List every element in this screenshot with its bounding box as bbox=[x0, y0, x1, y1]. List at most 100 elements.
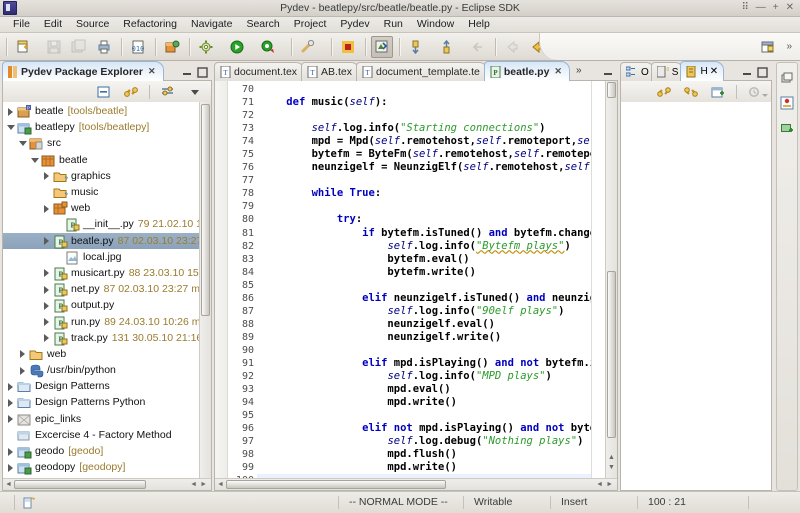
open-type-button[interactable] bbox=[161, 36, 183, 58]
editor-hscroll-thumb[interactable] bbox=[226, 480, 446, 489]
menu-item-run[interactable]: Run bbox=[377, 17, 410, 32]
editor-vscrollbar[interactable]: ▲ ▼ bbox=[605, 81, 617, 479]
code-line[interactable]: try: bbox=[257, 213, 617, 226]
code-line[interactable]: mpd = Mpd(self.remotehost,self.remotepor… bbox=[257, 135, 617, 148]
new-wizard-button[interactable] bbox=[12, 36, 34, 58]
maximize-button[interactable]: + bbox=[773, 0, 779, 16]
tree-row[interactable]: ? music bbox=[3, 184, 200, 200]
tree-row[interactable]: Poutput.py bbox=[3, 297, 200, 313]
view-menu-button[interactable] bbox=[184, 81, 206, 103]
menu-item-help[interactable]: Help bbox=[461, 17, 497, 32]
code-line[interactable]: bytefm = ByteFm(self.remotehost,self.rem… bbox=[257, 148, 617, 161]
minimize-icon[interactable] bbox=[182, 67, 193, 78]
chevron-right-icon[interactable] bbox=[41, 332, 53, 344]
editor-hscroll-left[interactable]: ◄ bbox=[215, 481, 224, 488]
hscroll-right-arrow[interactable]: ◄ bbox=[190, 481, 197, 488]
last-edit-location-button[interactable] bbox=[467, 36, 489, 58]
window-menu-button[interactable]: ⠿ bbox=[741, 0, 748, 16]
minimize-icon[interactable] bbox=[742, 67, 753, 78]
menu-item-file[interactable]: File bbox=[6, 17, 37, 32]
source-code[interactable]: def music(self): self.log.info("Starting… bbox=[257, 81, 617, 490]
run-button[interactable] bbox=[226, 36, 248, 58]
code-line[interactable]: mpd.flush() bbox=[257, 448, 617, 461]
console-icon[interactable] bbox=[779, 120, 795, 136]
code-line[interactable]: def music(self): bbox=[257, 96, 617, 109]
close-icon[interactable]: ✕ bbox=[710, 66, 718, 77]
tree-row[interactable]: ? graphics bbox=[3, 168, 200, 184]
next-annotation-button[interactable] bbox=[436, 36, 458, 58]
text-editor[interactable]: 70 71 72 73 74 75 76 77 78 79 80 81 82 83 84 85 86 87 88 89… bbox=[215, 81, 617, 490]
chevron-right-icon[interactable] bbox=[17, 364, 29, 376]
tree-row[interactable]: /usr/bin/python bbox=[3, 362, 200, 378]
external-tools-button[interactable] bbox=[195, 36, 217, 58]
outline-tab-scrapbook[interactable]: 0S bbox=[650, 62, 685, 81]
menu-item-window[interactable]: Window bbox=[410, 17, 461, 32]
outline-body[interactable] bbox=[620, 102, 772, 491]
menu-item-edit[interactable]: Edit bbox=[37, 17, 69, 32]
tab-pydev-package-explorer[interactable]: Pydev Package Explorer ✕ bbox=[2, 61, 164, 81]
menu-item-refactoring[interactable]: Refactoring bbox=[116, 17, 184, 32]
tree-row[interactable]: web bbox=[3, 200, 200, 216]
menu-item-search[interactable]: Search bbox=[239, 17, 286, 32]
back-history-button[interactable] bbox=[501, 36, 523, 58]
code-line[interactable]: self.log.info("MPD plays") bbox=[257, 370, 617, 383]
tree-row[interactable]: Pbeatle [tools/beatle] bbox=[3, 103, 200, 119]
next-change-button[interactable] bbox=[680, 81, 702, 103]
tree-row[interactable]: Ptrack.py131 30.05.10 21:16 mat bbox=[3, 330, 200, 346]
code-line[interactable]: mpd.write() bbox=[257, 396, 617, 409]
editor-tab-beatle-py[interactable]: Pbeatle.py ✕ bbox=[483, 61, 570, 81]
code-line[interactable]: while True: bbox=[257, 187, 617, 200]
editor-tab-document-tex[interactable]: Tdocument.tex bbox=[214, 62, 306, 81]
build-all-button[interactable]: 010 bbox=[127, 36, 149, 58]
code-line[interactable]: neunzigelf.eval() bbox=[257, 318, 617, 331]
chevron-right-icon[interactable] bbox=[41, 170, 53, 182]
close-button[interactable]: ✕ bbox=[786, 0, 794, 16]
maximize-icon[interactable] bbox=[197, 67, 208, 78]
chevron-down-icon[interactable] bbox=[29, 154, 41, 166]
explorer-vscrollbar[interactable] bbox=[199, 102, 211, 479]
previous-annotation-button[interactable] bbox=[405, 36, 427, 58]
outline-tab-outline[interactable]: O bbox=[620, 62, 655, 81]
toolbar-overflow[interactable]: » bbox=[786, 41, 796, 52]
chevron-right-icon[interactable] bbox=[41, 299, 53, 311]
vscroll-down-arrow[interactable]: ▼ bbox=[608, 464, 615, 471]
code-line[interactable] bbox=[257, 109, 617, 122]
tree-row[interactable]: geodopy [geodopy] bbox=[3, 459, 200, 475]
tree-row[interactable]: Design Patterns bbox=[3, 378, 200, 394]
code-line[interactable]: neunzigelf.write() bbox=[257, 331, 617, 344]
tree-row[interactable]: src bbox=[3, 135, 200, 151]
tree-row[interactable]: epic_links bbox=[3, 411, 200, 427]
editor-hscroll-right2[interactable]: ► bbox=[606, 481, 613, 488]
save-button[interactable] bbox=[43, 36, 65, 58]
code-line[interactable] bbox=[257, 279, 617, 292]
tree-row[interactable]: web bbox=[3, 346, 200, 362]
code-line[interactable]: self.log.debug("Nothing plays") bbox=[257, 435, 617, 448]
overview-ruler[interactable] bbox=[591, 81, 606, 479]
chevron-right-icon[interactable] bbox=[5, 105, 17, 117]
chevron-right-icon[interactable] bbox=[41, 316, 53, 328]
hscroll-left-arrow[interactable]: ◄ bbox=[3, 481, 12, 488]
focus-on-active-task-button[interactable] bbox=[157, 81, 179, 103]
close-icon[interactable]: ✕ bbox=[554, 66, 562, 77]
code-line[interactable] bbox=[257, 409, 617, 422]
terminate-button[interactable] bbox=[337, 36, 359, 58]
restore-icon[interactable] bbox=[779, 70, 795, 86]
chevron-right-icon[interactable] bbox=[5, 445, 17, 457]
chevron-right-icon[interactable] bbox=[41, 283, 53, 295]
pydev-package-button[interactable] bbox=[371, 35, 393, 58]
outline-tab-history[interactable]: H ✕ bbox=[680, 61, 725, 81]
minimize-button[interactable]: — bbox=[756, 0, 766, 16]
progress-icon[interactable] bbox=[21, 495, 37, 511]
pin-history-button[interactable] bbox=[707, 81, 729, 103]
run-last-tool-button[interactable] bbox=[297, 36, 319, 58]
vscroll-up-arrow[interactable]: ▲ bbox=[608, 454, 615, 461]
annotation-ruler[interactable] bbox=[215, 81, 228, 490]
code-line[interactable]: self.log.info("Starting connections") bbox=[257, 122, 617, 135]
code-line[interactable] bbox=[257, 83, 617, 96]
tree-row[interactable]: Design Patterns Python bbox=[3, 394, 200, 410]
debug-button[interactable] bbox=[257, 36, 279, 58]
tree-row[interactable]: Pbeatle.py87 02.03.10 23:27 matz bbox=[3, 232, 200, 249]
save-all-button[interactable] bbox=[68, 36, 90, 58]
hscroll-right-arrow2[interactable]: ► bbox=[200, 481, 207, 488]
chevron-right-icon[interactable] bbox=[5, 461, 17, 473]
